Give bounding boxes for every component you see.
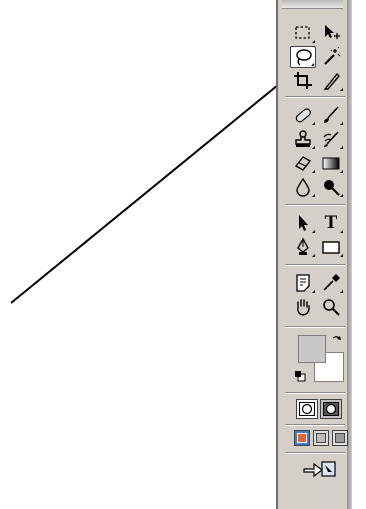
lasso-tool[interactable]	[290, 46, 316, 68]
standard-screen-button[interactable]	[294, 430, 310, 446]
full-screen-menu-icon	[316, 433, 326, 443]
arrow-select-icon	[299, 215, 308, 231]
hand-tool[interactable]	[290, 296, 316, 318]
brush-tool[interactable]	[318, 104, 344, 126]
drop-icon	[296, 177, 310, 197]
hand-icon	[297, 299, 310, 316]
slice-tool[interactable]	[318, 70, 344, 92]
type-tool[interactable]: T	[318, 212, 344, 234]
jump-to-imageready-icon	[303, 461, 336, 478]
path-selection-tool[interactable]	[290, 212, 316, 234]
move-tool[interactable]	[318, 22, 344, 44]
gradient-icon	[322, 157, 340, 170]
standard-mode-icon	[299, 402, 315, 416]
dodge-tool[interactable]	[318, 176, 344, 198]
full-screen-icon	[335, 433, 345, 443]
divider-1	[285, 96, 345, 98]
slice-icon	[323, 72, 340, 90]
full-screen-menu-button[interactable]	[313, 430, 329, 446]
jump-to-imageready-button[interactable]	[300, 458, 340, 480]
crop-tool[interactable]	[290, 70, 316, 92]
pen-tool[interactable]	[290, 236, 316, 258]
healing-brush-tool[interactable]	[290, 104, 316, 126]
rectangle-tool[interactable]	[318, 236, 344, 258]
panel-right-edge	[348, 0, 352, 509]
divider-3	[285, 264, 345, 266]
eraser-tool[interactable]	[290, 152, 316, 174]
history-brush-tool[interactable]	[318, 128, 344, 150]
brush-icon	[324, 106, 339, 123]
divider-4	[285, 326, 345, 328]
standard-screen-icon	[297, 433, 307, 443]
divider-2	[285, 204, 345, 206]
zoom-icon	[323, 299, 340, 316]
lasso-icon	[296, 49, 312, 66]
eyedropper-icon	[323, 274, 340, 291]
move-icon	[325, 25, 340, 39]
rectangle-icon	[322, 241, 340, 254]
quick-mask-icon	[323, 402, 339, 416]
eyedropper-tool[interactable]	[318, 272, 344, 294]
divider-5	[285, 392, 345, 394]
clone-stamp-tool[interactable]	[290, 128, 316, 150]
magic-wand-icon	[324, 46, 341, 65]
divider-7	[285, 452, 345, 454]
history-brush-icon	[323, 131, 339, 147]
stamp-icon	[295, 130, 311, 147]
quick-mask-mode-button[interactable]	[320, 399, 342, 419]
standard-mode-button[interactable]	[296, 399, 318, 419]
notes-icon	[296, 274, 310, 292]
foreground-color-swatch[interactable]	[298, 335, 326, 363]
notes-tool[interactable]	[290, 272, 316, 294]
full-screen-button[interactable]	[332, 430, 348, 446]
default-colors-icon[interactable]	[294, 370, 306, 382]
magic-wand-tool[interactable]	[318, 46, 344, 68]
blur-tool[interactable]	[290, 176, 316, 198]
zoom-tool[interactable]	[318, 296, 344, 318]
swap-colors-icon[interactable]	[331, 334, 343, 346]
dodge-icon	[324, 180, 340, 196]
bandage-icon	[295, 108, 311, 123]
eraser-icon	[294, 156, 312, 171]
divider-6	[285, 424, 345, 426]
marquee-icon	[295, 26, 310, 39]
marquee-tool[interactable]	[290, 22, 316, 44]
pen-icon	[297, 237, 309, 255]
type-icon: T	[324, 212, 338, 233]
crop-icon	[294, 72, 312, 89]
gradient-tool[interactable]	[318, 152, 344, 174]
